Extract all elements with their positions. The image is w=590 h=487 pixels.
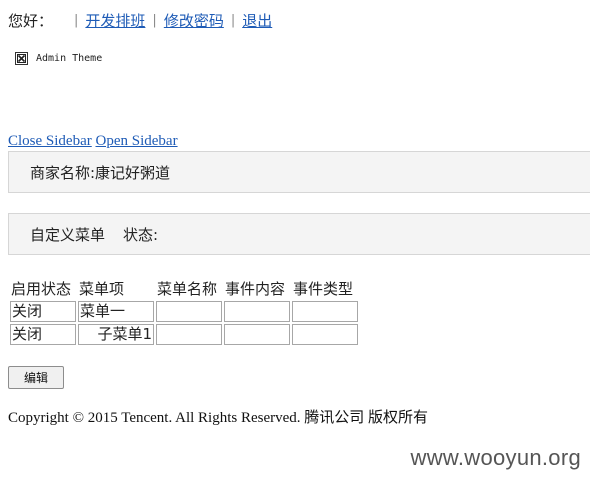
header-enable-status: 启用状态 (11, 280, 72, 298)
separator: | (152, 12, 157, 28)
cell-menu-name (156, 301, 222, 322)
table-header-row: 启用状态 菜单项 菜单名称 事件内容 事件类型 (10, 278, 358, 299)
table-row: 关闭 子菜单1 (10, 324, 358, 345)
dev-schedule-link[interactable]: 开发排班 (85, 10, 145, 31)
header-event-type: 事件类型 (293, 280, 354, 298)
sidebar-toggle-links: Close Sidebar Open Sidebar (8, 133, 178, 150)
greeting-text: 您好： (8, 11, 54, 30)
close-sidebar-link[interactable]: Close Sidebar (8, 133, 92, 149)
change-password-link[interactable]: 修改密码 (164, 10, 224, 31)
cell-event-type (292, 324, 358, 345)
edit-button[interactable]: 编辑 (8, 366, 64, 389)
custom-menu-title: 自定义菜单 (30, 225, 106, 244)
separator: | (74, 12, 79, 28)
header-menu-name: 菜单名称 (157, 280, 218, 298)
menu-table: 启用状态 菜单项 菜单名称 事件内容 事件类型 关闭 菜单一 关闭 子菜单1 (8, 276, 360, 347)
cell-menu-item: 子菜单1 (78, 324, 154, 345)
custom-menu-panel: 自定义菜单 状态: (8, 213, 590, 255)
separator: | (230, 12, 236, 28)
watermark: www.wooyun.org (410, 445, 581, 470)
cell-event-content (224, 324, 290, 345)
logout-link[interactable]: 退出 (242, 10, 272, 31)
header-event-content: 事件内容 (225, 280, 286, 298)
merchant-panel: 商家名称:康记好粥道 (8, 151, 590, 193)
broken-image-icon (15, 52, 28, 65)
footer-copyright: Copyright © 2015 Tencent. All Rights Res… (8, 410, 429, 426)
open-sidebar-link[interactable]: Open Sidebar (96, 133, 178, 149)
user-bar: 您好： | 开发排班 | 修改密码 | 退出 (8, 9, 272, 31)
cell-status: 关闭 (10, 301, 76, 322)
cell-menu-item: 菜单一 (78, 301, 154, 322)
cell-menu-name (156, 324, 222, 345)
admin-theme-image: Admin Theme (15, 52, 102, 65)
header-menu-item: 菜单项 (79, 280, 125, 298)
image-alt-text: Admin Theme (36, 53, 103, 64)
table-row: 关闭 菜单一 (10, 301, 358, 322)
cell-status: 关闭 (10, 324, 76, 345)
status-label: 状态: (123, 225, 159, 244)
cell-event-type (292, 301, 358, 322)
merchant-name: 商家名称:康记好粥道 (30, 163, 171, 182)
cell-event-content (224, 301, 290, 322)
